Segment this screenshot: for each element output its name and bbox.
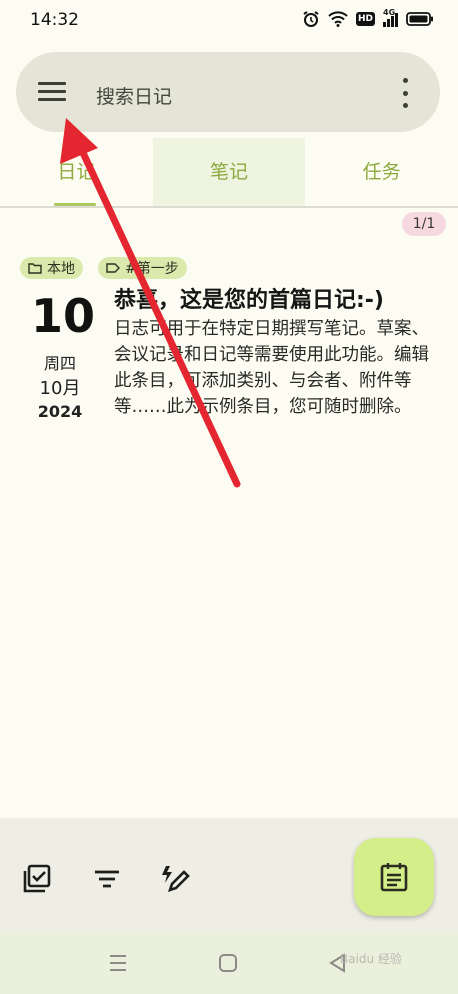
search-bar[interactable]: 搜索日记 [16, 52, 440, 132]
wifi-icon [328, 11, 348, 27]
menu-icon[interactable] [36, 78, 68, 106]
filter-icon[interactable] [90, 862, 124, 896]
folder-chip[interactable]: 本地 [20, 257, 83, 279]
tag-chip-label: #第一步 [125, 261, 179, 277]
folder-icon [28, 263, 42, 274]
alarm-icon [303, 11, 319, 27]
calendar-icon [380, 863, 408, 892]
tab-tasks-label: 任务 [362, 161, 401, 183]
home-icon[interactable] [218, 952, 238, 974]
network-type: 4G [383, 7, 396, 17]
tab-notes[interactable]: 笔记 [152, 138, 306, 206]
tab-diary-label: 日记 [57, 161, 96, 183]
entry-day: 10 [30, 289, 95, 343]
tag-chip[interactable]: #第一步 [98, 257, 187, 279]
new-entry-fab[interactable] [354, 838, 434, 916]
label-icon [106, 263, 120, 273]
watermark: Baidu 经验 [340, 952, 402, 966]
tab-bar: 日记 笔记 任务 [0, 138, 458, 206]
signal-icon: 4G [383, 8, 398, 27]
tabs-divider [0, 206, 458, 208]
edit-auto-icon[interactable] [158, 862, 192, 896]
entry-weekday: 周四 [43, 354, 76, 373]
diary-entry[interactable]: 本地 #第一步 10 周四 10月 2024 恭喜，这是您的首篇日记:-) 日志… [14, 250, 444, 458]
tab-diary[interactable]: 日记 [0, 138, 153, 206]
select-all-icon[interactable] [20, 862, 54, 896]
entry-year: 2024 [37, 402, 83, 421]
status-bar: 14:32 HD 4G [0, 0, 458, 44]
hd-badge: HD [355, 12, 375, 26]
entry-body: 日志可用于在特定日期撰写笔记。草案、会议记录和日记等需要使用此功能。编辑此条目，… [114, 319, 429, 417]
status-icons: HD 4G [302, 8, 434, 28]
recents-icon[interactable] [108, 952, 128, 974]
entry-title: 恭喜，这是您的首篇日记:-) [114, 288, 384, 313]
more-options-icon[interactable] [400, 78, 410, 108]
tab-notes-label: 笔记 [210, 161, 249, 183]
entry-month: 10月 [39, 378, 81, 399]
search-input[interactable]: 搜索日记 [96, 82, 172, 109]
status-time: 14:32 [30, 10, 79, 30]
folder-chip-label: 本地 [47, 261, 75, 277]
page-indicator-badge: 1/1 [402, 212, 446, 236]
battery-icon [406, 12, 433, 26]
tab-tasks[interactable]: 任务 [305, 138, 458, 206]
